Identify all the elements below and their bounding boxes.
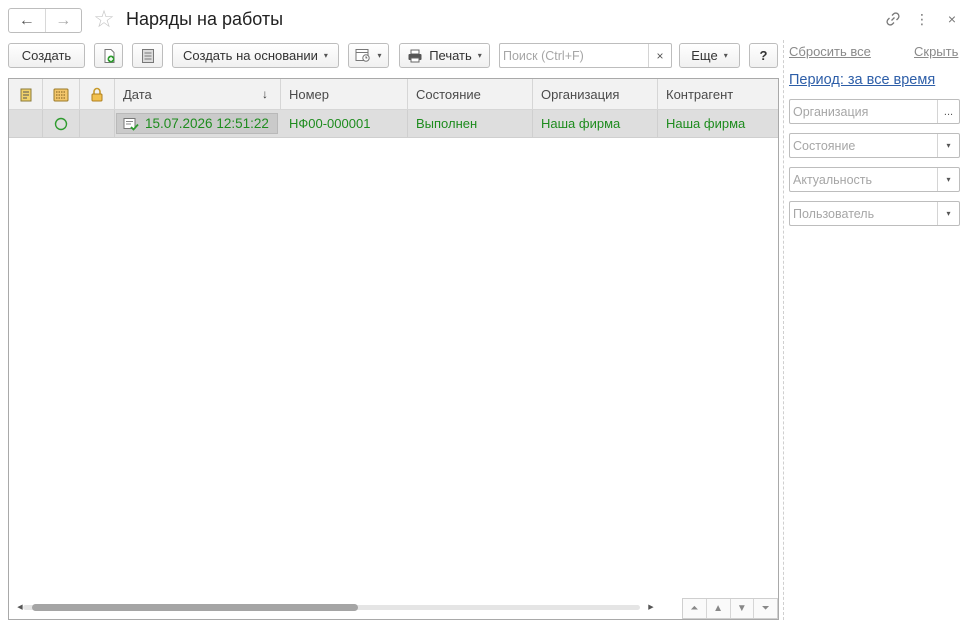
report-clock-icon bbox=[355, 49, 371, 62]
column-date-header[interactable]: Дата ↓ bbox=[115, 79, 281, 110]
column-lock-header[interactable] bbox=[80, 79, 115, 110]
link-icon[interactable] bbox=[884, 10, 902, 28]
chevron-down-icon: ▾ bbox=[477, 51, 482, 60]
sort-down-icon: ↓ bbox=[262, 87, 268, 101]
state-filter-field[interactable]: Состояние ▾ bbox=[789, 133, 960, 158]
printer-icon bbox=[408, 49, 422, 62]
forward-arrow-icon[interactable]: → bbox=[44, 9, 82, 32]
documents-table: Дата ↓ Номер Состояние Организация Контр… bbox=[8, 78, 779, 620]
more-button[interactable]: Еще ▾ bbox=[679, 43, 740, 68]
go-to-last-icon[interactable]: ⏷ bbox=[753, 599, 777, 618]
help-button[interactable]: ? bbox=[749, 43, 778, 68]
document-posted-check-icon bbox=[123, 117, 139, 131]
column-status-header[interactable]: Состояние bbox=[408, 79, 533, 110]
organization-filter-placeholder: Организация bbox=[793, 105, 869, 119]
document-posted-icon bbox=[20, 88, 31, 101]
report-menu-button[interactable]: ▾ bbox=[348, 43, 389, 68]
column-organization-header[interactable]: Организация bbox=[533, 79, 658, 110]
relevance-filter-field[interactable]: Актуальность ▾ bbox=[789, 167, 960, 192]
state-filter-placeholder: Состояние bbox=[793, 139, 856, 153]
column-state-icon-header[interactable] bbox=[43, 79, 80, 110]
column-counterparty-header[interactable]: Контрагент bbox=[658, 79, 778, 110]
print-label: Печать bbox=[429, 48, 472, 63]
chevron-down-icon: ▾ bbox=[723, 51, 728, 60]
row-organization-cell[interactable]: Наша фирма bbox=[533, 110, 658, 137]
copy-document-icon bbox=[104, 48, 114, 63]
copy-button[interactable] bbox=[94, 43, 123, 68]
user-filter-placeholder: Пользователь bbox=[793, 207, 875, 221]
page-title: Наряды на работы bbox=[126, 9, 284, 29]
row-date-text: 15.07.2026 12:51:22 bbox=[145, 116, 269, 131]
row-navigation-group: ⏶ ▲ ▼ ⏷ bbox=[682, 598, 778, 619]
chevron-down-icon: ▾ bbox=[377, 51, 382, 60]
list-icon bbox=[141, 48, 154, 63]
go-up-icon[interactable]: ▲ bbox=[705, 599, 730, 618]
horizontal-scrollbar-thumb[interactable] bbox=[32, 604, 358, 611]
create-based-on-button[interactable]: Создать на основании ▾ bbox=[172, 43, 339, 68]
hide-panel-link[interactable]: Скрыть bbox=[914, 44, 958, 59]
lock-icon bbox=[91, 87, 103, 102]
column-posted-header[interactable] bbox=[9, 79, 43, 110]
list-view-button[interactable] bbox=[132, 43, 163, 68]
close-icon[interactable]: × bbox=[943, 10, 961, 28]
create-button[interactable]: Создать bbox=[8, 43, 85, 68]
column-number-header[interactable]: Номер bbox=[281, 79, 408, 110]
reset-all-link[interactable]: Сбросить все bbox=[789, 44, 871, 59]
table-header: Дата ↓ Номер Состояние Организация Контр… bbox=[9, 79, 778, 110]
row-posted-cell bbox=[9, 110, 43, 137]
chevron-down-icon[interactable]: ▾ bbox=[937, 168, 959, 191]
row-number-cell[interactable]: НФ00-000001 bbox=[281, 110, 408, 137]
favorite-star-icon[interactable]: ☆ bbox=[92, 8, 116, 32]
search-field[interactable]: Поиск (Ctrl+F) × bbox=[499, 43, 672, 68]
relevance-filter-placeholder: Актуальность bbox=[793, 173, 873, 187]
row-status-cell[interactable]: Выполнен bbox=[408, 110, 533, 137]
go-to-first-icon[interactable]: ⏶ bbox=[683, 599, 706, 618]
go-down-icon[interactable]: ▼ bbox=[729, 599, 754, 618]
create-based-on-label: Создать на основании bbox=[183, 48, 318, 63]
row-lock-cell bbox=[80, 110, 115, 137]
chevron-down-icon: ▾ bbox=[323, 51, 328, 60]
column-date-label: Дата bbox=[123, 87, 152, 102]
user-filter-field[interactable]: Пользователь ▾ bbox=[789, 201, 960, 226]
chevron-down-icon[interactable]: ▾ bbox=[937, 134, 959, 157]
status-circle-icon bbox=[54, 117, 68, 130]
back-arrow-icon[interactable]: ← bbox=[9, 9, 45, 32]
row-counterparty-cell[interactable]: Наша фирма bbox=[658, 110, 778, 137]
clear-search-icon[interactable]: × bbox=[648, 44, 671, 67]
scroll-right-icon[interactable]: ▶ bbox=[646, 600, 656, 614]
navigation-buttons: ← → bbox=[8, 8, 82, 33]
table-row[interactable]: 15.07.2026 12:51:22 НФ00-000001 Выполнен… bbox=[9, 110, 778, 138]
more-label: Еще bbox=[691, 48, 718, 63]
document-state-icon bbox=[53, 88, 69, 101]
row-state-cell bbox=[43, 110, 80, 137]
panel-divider bbox=[783, 40, 784, 620]
period-link[interactable]: Период: за все время bbox=[789, 72, 935, 88]
print-button[interactable]: Печать ▾ bbox=[399, 43, 490, 68]
row-date-cell[interactable]: 15.07.2026 12:51:22 bbox=[116, 113, 278, 134]
select-organization-button[interactable]: ... bbox=[937, 100, 959, 123]
organization-filter-field[interactable]: Организация ... bbox=[789, 99, 960, 124]
chevron-down-icon[interactable]: ▾ bbox=[937, 202, 959, 225]
more-options-icon[interactable]: ⋮ bbox=[913, 10, 931, 28]
search-placeholder: Поиск (Ctrl+F) bbox=[503, 49, 584, 63]
